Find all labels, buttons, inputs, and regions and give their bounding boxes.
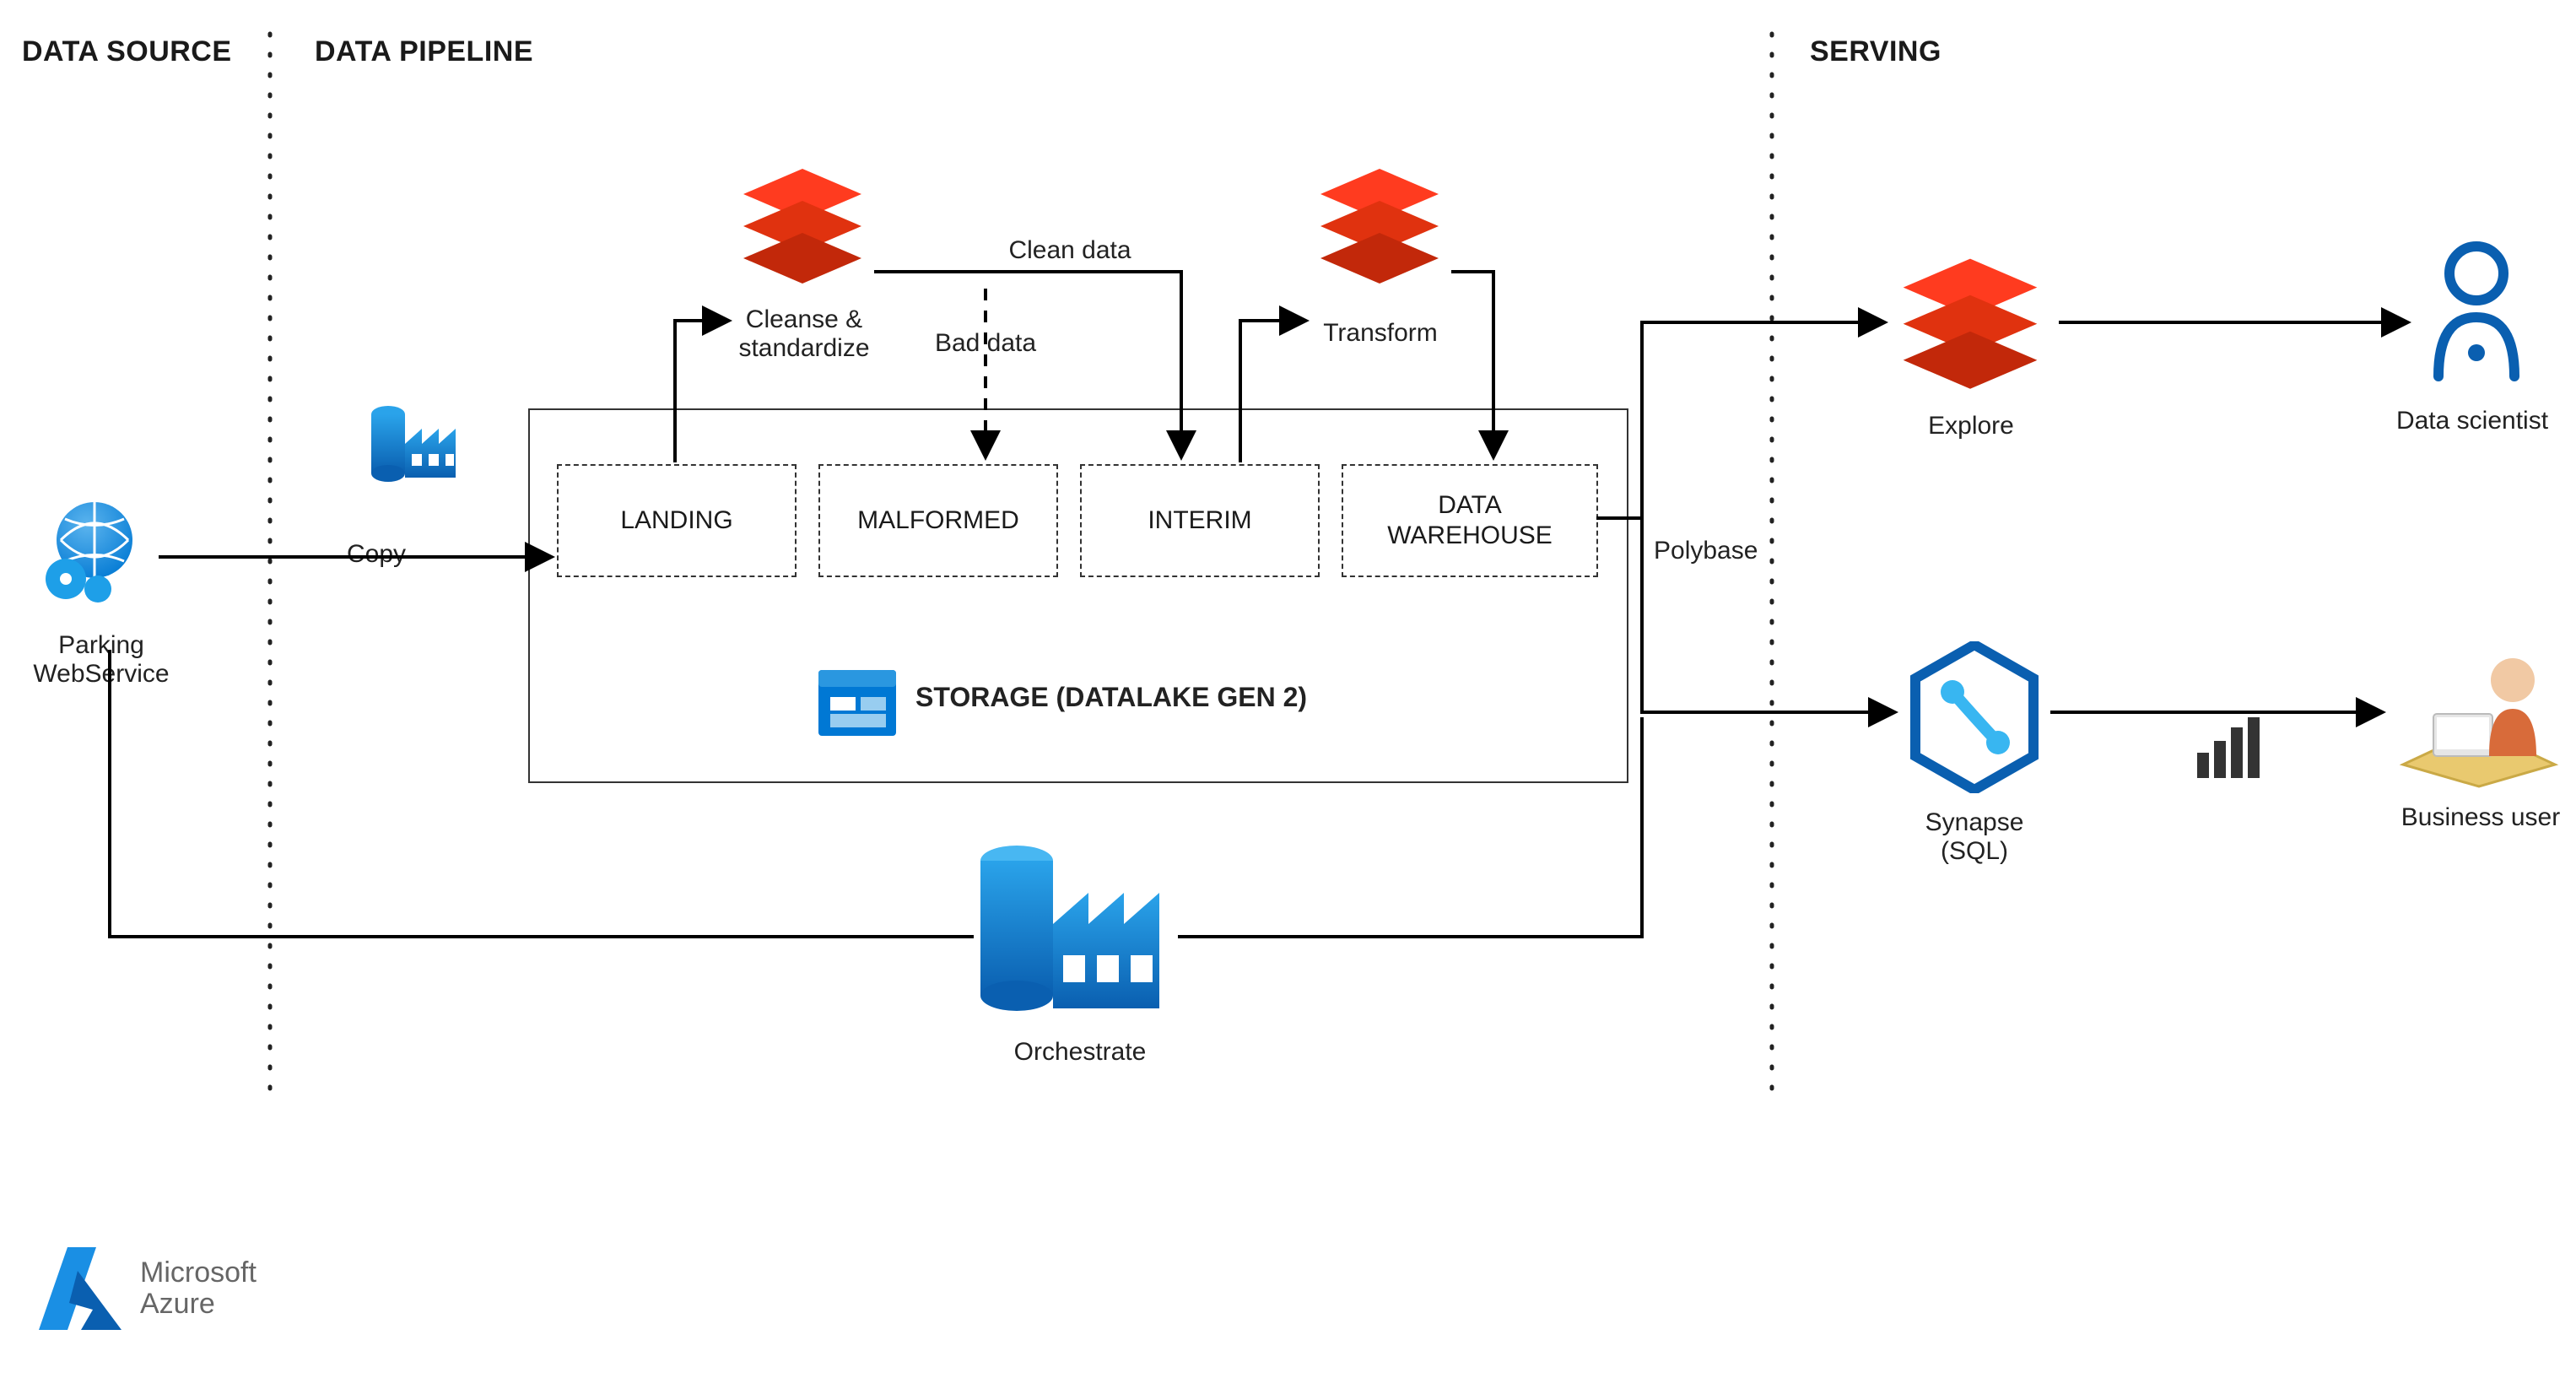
connectors-overlay: [0, 0, 2576, 1378]
diagram-canvas: DATA SOURCE DATA PIPELINE SERVING LANDIN…: [0, 0, 2576, 1378]
